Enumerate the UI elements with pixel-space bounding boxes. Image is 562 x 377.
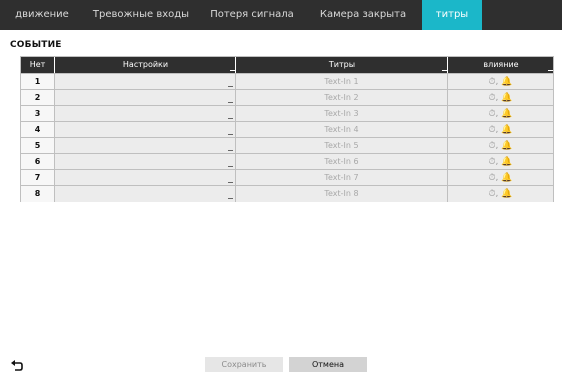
settings-cell[interactable] [54, 186, 235, 202]
dropdown-indicator-icon [228, 118, 233, 119]
text-cell[interactable]: Text-In 5 [235, 138, 447, 154]
table-row: 7 Text-In 7 ⏱, 🔔 [21, 169, 553, 186]
action-cell[interactable]: ⏱, 🔔 [447, 90, 553, 106]
save-button[interactable]: Сохранить [205, 357, 283, 372]
action-cell[interactable]: ⏱, 🔔 [447, 106, 553, 122]
action-icons: ⏱, 🔔 [488, 77, 513, 87]
tab-motion[interactable]: движение [0, 0, 84, 30]
row-number: 7 [21, 170, 54, 186]
dropdown-indicator-icon [228, 102, 233, 103]
back-arrow-icon[interactable] [10, 358, 24, 372]
action-cell[interactable]: ⏱, 🔔 [447, 138, 553, 154]
event-table: Нет Настройки Титры влияние 1 Text-In 1 … [20, 56, 554, 202]
row-number: 5 [21, 138, 54, 154]
settings-cell[interactable] [54, 106, 235, 122]
header-action[interactable]: влияние [447, 57, 554, 73]
settings-cell[interactable] [54, 170, 235, 186]
settings-cell[interactable] [54, 154, 235, 170]
dropdown-indicator-icon [228, 86, 233, 87]
tab-camera-covered[interactable]: Камера закрыта [306, 0, 420, 30]
action-icons: ⏱, 🔔 [488, 173, 513, 183]
row-number: 4 [21, 122, 54, 138]
action-icons: ⏱, 🔔 [488, 109, 513, 119]
text-cell[interactable]: Text-In 7 [235, 170, 447, 186]
text-cell[interactable]: Text-In 1 [235, 74, 447, 90]
table-row: 1 Text-In 1 ⏱, 🔔 [21, 73, 553, 90]
row-number: 3 [21, 106, 54, 122]
row-number: 8 [21, 186, 54, 202]
dropdown-indicator-icon [228, 182, 233, 183]
settings-cell[interactable] [54, 74, 235, 90]
text-cell[interactable]: Text-In 4 [235, 122, 447, 138]
table-header: Нет Настройки Титры влияние [21, 57, 553, 73]
text-cell[interactable]: Text-In 3 [235, 106, 447, 122]
table-row: 2 Text-In 2 ⏱, 🔔 [21, 89, 553, 106]
settings-cell[interactable] [54, 122, 235, 138]
table-row: 8 Text-In 8 ⏱, 🔔 [21, 185, 553, 202]
tab-text[interactable]: титры [422, 0, 482, 30]
table-row: 4 Text-In 4 ⏱, 🔔 [21, 121, 553, 138]
header-text[interactable]: Титры [235, 57, 448, 73]
text-cell[interactable]: Text-In 8 [235, 186, 447, 202]
settings-cell[interactable] [54, 90, 235, 106]
row-number: 2 [21, 90, 54, 106]
action-cell[interactable]: ⏱, 🔔 [447, 154, 553, 170]
action-icons: ⏱, 🔔 [488, 141, 513, 151]
cancel-button[interactable]: Отмена [289, 357, 367, 372]
table-row: 5 Text-In 5 ⏱, 🔔 [21, 137, 553, 154]
settings-cell[interactable] [54, 138, 235, 154]
row-number: 1 [21, 74, 54, 90]
text-cell[interactable]: Text-In 2 [235, 90, 447, 106]
header-number: Нет [29, 60, 46, 69]
action-cell[interactable]: ⏱, 🔔 [447, 170, 553, 186]
action-cell[interactable]: ⏱, 🔔 [447, 74, 553, 90]
action-cell[interactable]: ⏱, 🔔 [447, 186, 553, 202]
dropdown-indicator-icon [228, 166, 233, 167]
action-icons: ⏱, 🔔 [488, 125, 513, 135]
tab-bar: движение Тревожные входы Потеря сигнала … [0, 0, 562, 30]
tab-signal-loss[interactable]: Потеря сигнала [198, 0, 306, 30]
dropdown-indicator-icon [228, 198, 233, 199]
tab-alarm-inputs[interactable]: Тревожные входы [84, 0, 198, 30]
text-cell[interactable]: Text-In 6 [235, 154, 447, 170]
section-title: СОБЫТИЕ [10, 40, 62, 50]
table-row: 6 Text-In 6 ⏱, 🔔 [21, 153, 553, 170]
action-icons: ⏱, 🔔 [488, 93, 513, 103]
dropdown-indicator-icon [228, 150, 233, 151]
action-icons: ⏱, 🔔 [488, 189, 513, 199]
row-number: 6 [21, 154, 54, 170]
action-icons: ⏱, 🔔 [488, 157, 513, 167]
dropdown-indicator-icon [228, 134, 233, 135]
table-row: 3 Text-In 3 ⏱, 🔔 [21, 105, 553, 122]
action-cell[interactable]: ⏱, 🔔 [447, 122, 553, 138]
header-settings[interactable]: Настройки [54, 57, 236, 73]
